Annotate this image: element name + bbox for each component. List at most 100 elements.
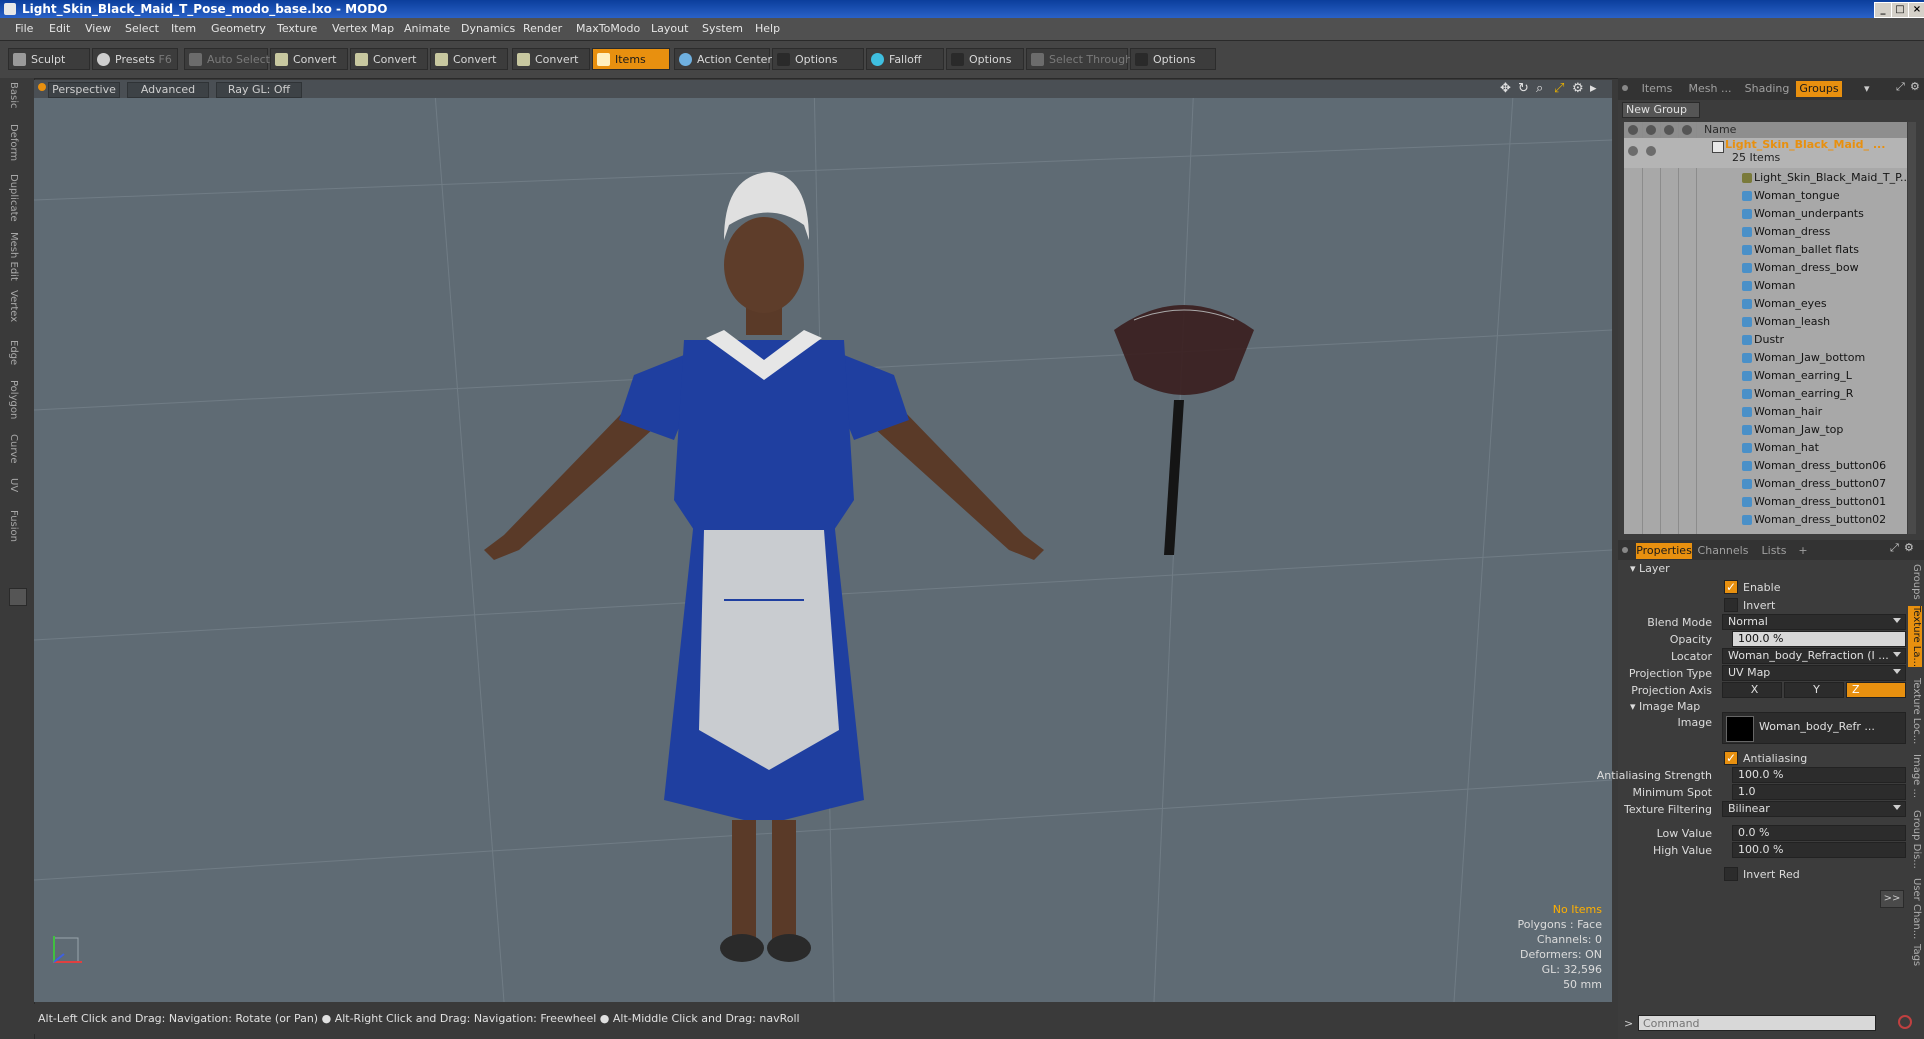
menu-system[interactable]: System [702,22,743,35]
list-item[interactable]: Woman_Jaw_top [1624,421,1907,439]
tab-fusion[interactable]: Fusion [8,510,19,542]
view-perspective-button[interactable]: Perspective [48,82,120,98]
convert-button-3[interactable]: Convert [430,48,508,70]
high-value-field[interactable]: 100.0 % [1732,842,1906,858]
axis-z-button[interactable]: Z [1846,682,1906,698]
menu-item[interactable]: Item [171,22,196,35]
command-input[interactable] [1638,1015,1876,1031]
section-layer[interactable]: ▾ Layer [1630,562,1670,575]
3d-viewport[interactable]: Perspective Advanced Ray GL: Off ✥ ↻ ⌕ ⤢… [34,80,1612,1002]
list-item[interactable]: Light_Skin_Black_Maid_T_P... [1624,169,1907,187]
list-item[interactable]: Woman_dress_button06 [1624,457,1907,475]
select-through-button[interactable]: Select Through [1026,48,1132,70]
projection-type-select[interactable]: UV Map [1722,665,1906,681]
tab-channels[interactable]: Channels [1696,543,1750,559]
lock-icon[interactable] [1646,125,1656,135]
name-column-header[interactable]: Name [1704,123,1736,136]
list-item[interactable]: Woman_dress_button01 [1624,493,1907,511]
section-image-map[interactable]: ▾ Image Map [1630,700,1700,713]
opacity-slider[interactable]: 100.0 % [1732,631,1906,647]
menu-view[interactable]: View [85,22,111,35]
tab-groups[interactable]: Groups [1796,81,1842,97]
items-mode-button[interactable]: Items [592,48,670,70]
tab-lists[interactable]: Lists [1754,543,1794,559]
list-item[interactable]: Woman_hair [1624,403,1907,421]
list-item[interactable]: Woman_dress_bow [1624,259,1907,277]
view-advanced-button[interactable]: Advanced [127,82,209,98]
texture-filtering-select[interactable]: Bilinear [1722,801,1906,817]
more-options-button[interactable]: >> [1880,890,1904,908]
axis-y-button[interactable]: Y [1784,682,1844,698]
tab-curve[interactable]: Curve [8,434,19,464]
action-center-button[interactable]: Action Center [674,48,772,70]
menu-texture[interactable]: Texture [277,22,317,35]
menu-render[interactable]: Render [523,22,562,35]
menu-layout[interactable]: Layout [651,22,688,35]
menu-edit[interactable]: Edit [49,22,70,35]
list-item[interactable]: Woman_leash [1624,313,1907,331]
tab-uv[interactable]: UV [8,478,19,492]
menu-select[interactable]: Select [125,22,159,35]
move-view-icon[interactable]: ✥ [1500,81,1511,96]
panel-menu-dot[interactable] [1622,85,1628,91]
gear-icon[interactable]: ⚙ [1572,81,1584,96]
eye-icon[interactable] [1628,146,1638,156]
sculpt-button[interactable]: Sculpt [8,48,90,70]
gear-icon[interactable]: ⚙ [1910,80,1920,93]
expand-panel-icon[interactable]: ⤢ [1896,80,1905,94]
list-item[interactable]: Woman_hat [1624,439,1907,457]
auto-select-button[interactable]: Auto Select [184,48,270,70]
close-button[interactable]: × [1908,2,1924,18]
list-scrollbar[interactable] [1908,122,1916,534]
options-button-3[interactable]: Options [1130,48,1216,70]
aa-strength-slider[interactable]: 100.0 % [1732,767,1906,783]
tab-polygon[interactable]: Polygon [8,380,19,419]
raygl-button[interactable]: Ray GL: Off [216,82,302,98]
convert-button-2[interactable]: Convert [350,48,428,70]
menu-file[interactable]: File [15,22,33,35]
menu-vertex-map[interactable]: Vertex Map [332,22,394,35]
minimize-button[interactable]: _ [1874,2,1892,18]
tab-mesh-edit[interactable]: Mesh Edit [8,232,19,281]
eye-icon[interactable] [1628,125,1638,135]
enable-checkbox[interactable]: ✓ [1724,580,1738,594]
tab-shading[interactable]: Shading [1740,81,1794,97]
falloff-button[interactable]: Falloff [866,48,944,70]
render-icon[interactable] [1682,125,1692,135]
fit-view-icon[interactable]: ⤢ [1554,81,1564,96]
side-tab-groups[interactable]: Groups [1908,564,1922,600]
side-tab-texture-locator[interactable]: Texture Loc... [1908,678,1922,744]
list-item[interactable]: Woman_dress [1624,223,1907,241]
menu-animate[interactable]: Animate [404,22,450,35]
list-item[interactable]: Woman_earring_R [1624,385,1907,403]
min-spot-field[interactable]: 1.0 [1732,784,1906,800]
side-tab-image[interactable]: Image ... [1908,754,1922,798]
new-group-button[interactable]: New Group [1622,102,1700,118]
invert-red-checkbox[interactable] [1724,867,1738,881]
tab-mesh[interactable]: Mesh ... [1682,81,1738,97]
panel-menu-dot[interactable] [1622,547,1628,553]
locator-select[interactable]: Woman_body_Refraction (I ... [1722,648,1906,664]
tab-properties[interactable]: Properties [1636,543,1692,559]
chevron-down-icon[interactable]: ▾ [1864,82,1870,95]
image-select[interactable]: Woman_body_Refr ... [1722,712,1906,744]
lock-icon[interactable] [1646,146,1656,156]
record-icon[interactable] [1898,1015,1912,1029]
low-value-field[interactable]: 0.0 % [1732,825,1906,841]
menu-maxtomodo[interactable]: MaxToModo [576,22,640,35]
list-item[interactable]: Woman_dress_button07 [1624,475,1907,493]
side-tab-group-display[interactable]: Group Dis... [1908,810,1922,869]
list-item[interactable]: Woman_underpants [1624,205,1907,223]
list-item[interactable]: Woman_earring_L [1624,367,1907,385]
tab-vertex[interactable]: Vertex [8,290,19,322]
side-tab-tags[interactable]: Tags [1908,944,1922,966]
side-tab-texture-layers[interactable]: Texture La... [1908,606,1922,668]
rotate-view-icon[interactable]: ↻ [1518,81,1529,96]
gear-icon[interactable]: ⚙ [1904,541,1914,554]
menu-geometry[interactable]: Geometry [211,22,266,35]
list-item[interactable]: Woman_Jaw_bottom [1624,349,1907,367]
list-item[interactable]: Woman [1624,277,1907,295]
list-item[interactable]: Woman_ballet flats [1624,241,1907,259]
blend-mode-select[interactable]: Normal [1722,614,1906,630]
viewport-menu-dot[interactable] [38,83,46,91]
